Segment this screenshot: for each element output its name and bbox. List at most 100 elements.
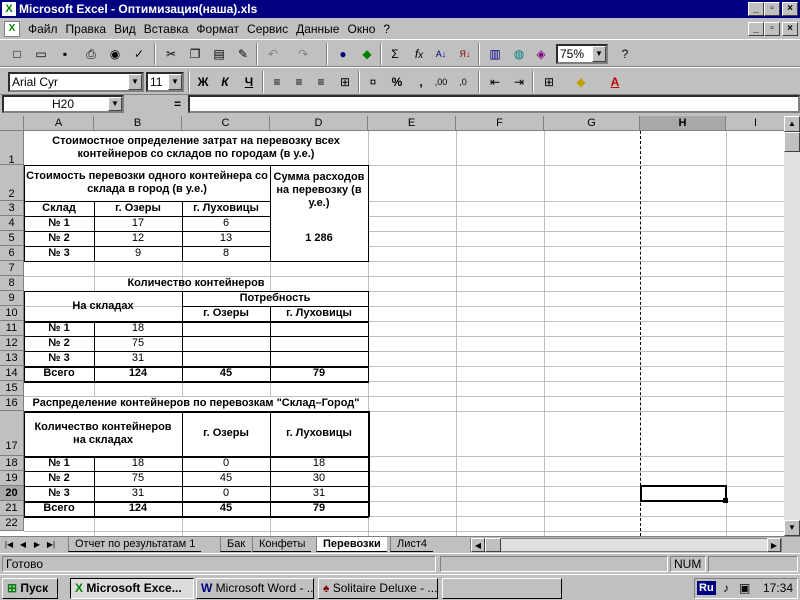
- table1-cost-header[interactable]: Стоимость перевозки одного контейнера со…: [24, 165, 270, 201]
- row-header[interactable]: 1: [0, 131, 24, 166]
- menu-file[interactable]: Файл: [24, 22, 62, 36]
- h-scroll-thumb[interactable]: [485, 538, 501, 552]
- align-right-icon[interactable]: ≡: [310, 71, 332, 93]
- row-header[interactable]: 12: [0, 336, 24, 351]
- merge-center-icon[interactable]: ⊞: [334, 71, 356, 93]
- new-icon[interactable]: □: [6, 43, 28, 65]
- row-header[interactable]: 21: [0, 501, 24, 516]
- row-header[interactable]: 8: [0, 276, 24, 291]
- active-cell[interactable]: [640, 485, 727, 502]
- cut-icon[interactable]: ✂: [160, 43, 182, 65]
- table1-city2-header[interactable]: г. Луховицы: [182, 201, 270, 216]
- speaker-icon[interactable]: ♪: [723, 579, 729, 598]
- function-icon[interactable]: fx: [408, 43, 430, 65]
- autosum-icon[interactable]: Σ: [384, 43, 406, 65]
- row-header[interactable]: 11: [0, 321, 24, 336]
- table3-cell[interactable]: 0: [182, 486, 270, 501]
- column-header[interactable]: I: [726, 116, 786, 131]
- table3-cell[interactable]: 31: [270, 486, 368, 501]
- table2-title[interactable]: Количество контейнеров: [24, 276, 368, 291]
- table2-city1-header[interactable]: г. Озеры: [182, 306, 270, 321]
- open-icon[interactable]: ▭: [30, 43, 52, 65]
- minimize-button[interactable]: _: [748, 2, 764, 16]
- sheet-tab[interactable]: Лист4: [390, 537, 434, 552]
- menu-edit[interactable]: Правка: [62, 22, 111, 36]
- table2-cell[interactable]: 31: [94, 351, 182, 366]
- prev-sheet-icon[interactable]: ◀: [16, 538, 30, 552]
- row-header[interactable]: 14: [0, 366, 24, 381]
- align-left-icon[interactable]: ≡: [266, 71, 288, 93]
- table2-total[interactable]: 124: [94, 366, 182, 381]
- increase-decimal-icon[interactable]: ,00: [430, 71, 452, 93]
- table3-cell[interactable]: 30: [270, 471, 368, 486]
- column-header[interactable]: G: [544, 116, 640, 131]
- table3-row-label[interactable]: № 3: [24, 486, 94, 501]
- save-icon[interactable]: ▪: [54, 43, 76, 65]
- undo-icon[interactable]: ↶: [262, 43, 284, 65]
- row-header[interactable]: 15: [0, 381, 24, 396]
- scroll-right-icon[interactable]: ▶: [767, 538, 781, 552]
- table2-city2-header[interactable]: г. Луховицы: [270, 306, 368, 321]
- table1-city1-header[interactable]: г. Озеры: [94, 201, 182, 216]
- row-header[interactable]: 5: [0, 231, 24, 246]
- language-indicator[interactable]: Ru: [697, 581, 716, 595]
- fill-handle[interactable]: [723, 498, 728, 503]
- table1-row-label[interactable]: № 3: [24, 246, 94, 261]
- outdent-icon[interactable]: ⇤: [484, 71, 506, 93]
- table1-cell[interactable]: 6: [182, 216, 270, 231]
- table1-row-label[interactable]: № 2: [24, 231, 94, 246]
- chart-wizard-icon[interactable]: ▥: [484, 43, 506, 65]
- table3-stock-header[interactable]: Количество контейнеров на складах: [24, 411, 182, 456]
- table3-cell[interactable]: 31: [94, 486, 182, 501]
- formula-input[interactable]: [188, 95, 800, 113]
- clock[interactable]: 17:34: [763, 579, 793, 598]
- chevron-down-icon[interactable]: ▼: [168, 74, 182, 90]
- font-color-icon[interactable]: A: [604, 71, 626, 93]
- column-header-selected[interactable]: H: [640, 116, 726, 131]
- table2-need-header[interactable]: Потребность: [182, 291, 368, 306]
- table3-cell[interactable]: 18: [270, 456, 368, 471]
- table1-title[interactable]: Стоимостное определение затрат на перево…: [24, 131, 368, 165]
- menu-data[interactable]: Данные: [292, 22, 343, 36]
- menu-tools[interactable]: Сервис: [243, 22, 292, 36]
- borders-icon[interactable]: ⊞: [538, 71, 560, 93]
- table3-total[interactable]: 79: [270, 501, 368, 516]
- table3-row-label[interactable]: № 1: [24, 456, 94, 471]
- fill-color-icon[interactable]: ◆: [570, 71, 592, 93]
- table2-row-label[interactable]: № 1: [24, 321, 94, 336]
- zoom-select[interactable]: 75% ▼: [556, 44, 608, 64]
- table1-cell[interactable]: 9: [94, 246, 182, 261]
- comma-icon[interactable]: ,: [410, 71, 432, 93]
- horizontal-scrollbar[interactable]: ◀ ▶: [470, 538, 782, 552]
- name-box[interactable]: H20 ▼: [2, 95, 124, 113]
- align-center-icon[interactable]: ≡: [288, 71, 310, 93]
- row-header[interactable]: 9: [0, 291, 24, 306]
- taskbar-excel[interactable]: X Microsoft Exce...: [70, 578, 194, 599]
- table1-cell[interactable]: 12: [94, 231, 182, 246]
- print-icon[interactable]: ⎙: [80, 43, 102, 65]
- spreadsheet-grid[interactable]: A B C D E F G H I 1 2 3 4 5 6 7 8 9 10 1…: [0, 116, 800, 536]
- column-header[interactable]: A: [24, 116, 94, 131]
- sheet-tab-active[interactable]: Перевозки: [316, 537, 387, 552]
- redo-icon[interactable]: ↷: [292, 43, 314, 65]
- table2-total-label[interactable]: Всего: [24, 366, 94, 381]
- table1-row-label[interactable]: № 1: [24, 216, 94, 231]
- table1-total[interactable]: 1 286: [270, 231, 368, 246]
- bold-button[interactable]: Ж: [192, 71, 214, 93]
- column-header[interactable]: F: [456, 116, 544, 131]
- hyperlink-icon[interactable]: ●: [332, 43, 354, 65]
- table3-total[interactable]: 124: [94, 501, 182, 516]
- table3-city2-header[interactable]: г. Луховицы: [270, 411, 368, 456]
- table2-total[interactable]: 45: [182, 366, 270, 381]
- spelling-icon[interactable]: ✓: [128, 43, 150, 65]
- table1-cell[interactable]: 17: [94, 216, 182, 231]
- font-size-select[interactable]: 11 ▼: [146, 72, 184, 92]
- select-all-corner[interactable]: [0, 116, 24, 131]
- column-header[interactable]: C: [182, 116, 270, 131]
- start-button[interactable]: ⊞ Пуск: [2, 578, 58, 599]
- row-header[interactable]: 10: [0, 306, 24, 321]
- scroll-thumb[interactable]: [784, 132, 800, 152]
- column-header[interactable]: B: [94, 116, 182, 131]
- table1-cell[interactable]: 8: [182, 246, 270, 261]
- preview-icon[interactable]: ◉: [104, 43, 126, 65]
